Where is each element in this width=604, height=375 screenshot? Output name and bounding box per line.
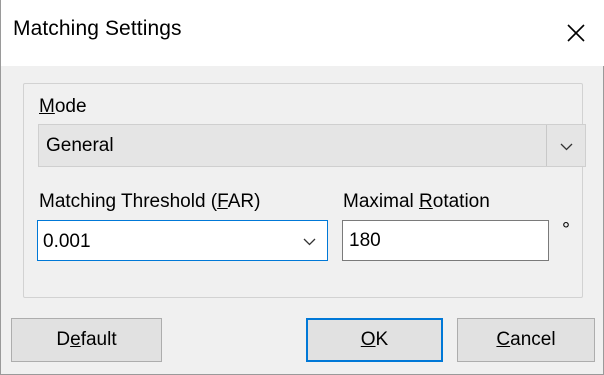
mode-select[interactable]: General xyxy=(38,124,586,167)
rotation-label-mnemonic: R xyxy=(419,191,433,212)
default-button-label-before: D xyxy=(56,329,71,350)
default-button-mnemonic: e xyxy=(70,329,81,350)
threshold-label-mnemonic: F xyxy=(217,191,228,212)
rotation-input[interactable] xyxy=(342,220,549,261)
threshold-label-after: AR) xyxy=(227,191,261,212)
cancel-button-label-after: ancel xyxy=(510,329,556,350)
close-icon xyxy=(567,24,585,42)
cancel-button-mnemonic: C xyxy=(496,329,511,350)
degree-unit: ° xyxy=(562,219,570,241)
matching-settings-dialog: Matching Settings Mode General Matching … xyxy=(0,0,604,375)
rotation-label-after: otation xyxy=(432,191,490,212)
threshold-combobox[interactable] xyxy=(37,220,328,261)
threshold-label: Matching Threshold (FAR) xyxy=(39,191,260,213)
mode-label-mnemonic: M xyxy=(39,96,55,117)
title-bar: Matching Settings xyxy=(1,0,604,66)
threshold-input[interactable] xyxy=(43,231,283,253)
threshold-label-before: Matching Threshold ( xyxy=(39,191,218,212)
dialog-title: Matching Settings xyxy=(13,17,182,40)
chevron-down-icon[interactable] xyxy=(558,138,575,155)
rotation-label: Maximal Rotation xyxy=(343,191,490,213)
default-button-label-after: fault xyxy=(80,329,117,350)
mode-label: Mode xyxy=(39,96,87,118)
rotation-label-before: Maximal xyxy=(343,191,420,212)
close-button[interactable] xyxy=(547,0,604,66)
mode-dropdown-separator xyxy=(546,125,547,166)
chevron-down-icon[interactable] xyxy=(301,233,318,250)
cancel-button[interactable]: Cancel xyxy=(457,318,595,362)
ok-button-label-after: K xyxy=(375,329,389,350)
mode-selected-value: General xyxy=(46,135,114,156)
default-button[interactable]: De fault xyxy=(11,318,162,362)
mode-label-rest: ode xyxy=(54,96,87,117)
ok-button[interactable]: OK xyxy=(306,318,443,362)
ok-button-mnemonic: O xyxy=(360,329,376,350)
